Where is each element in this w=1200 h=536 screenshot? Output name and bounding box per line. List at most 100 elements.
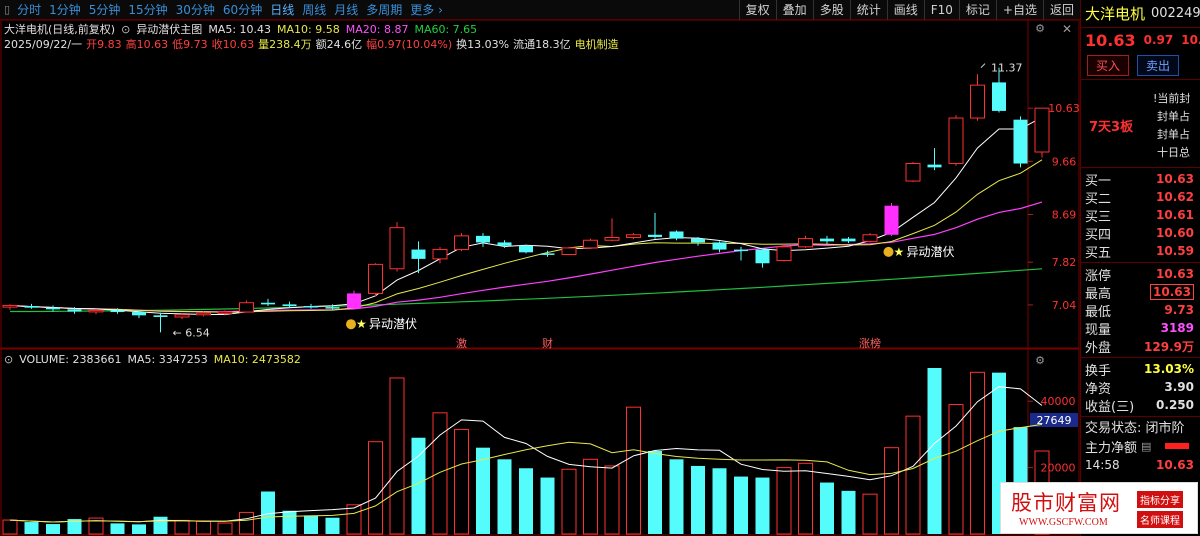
volume-bar <box>454 428 469 535</box>
trade-status: 交易状态: 闭市阶 <box>1081 416 1200 436</box>
volume-bar <box>346 504 362 535</box>
signal-1-star-icon: ★ <box>356 317 367 331</box>
candle-body <box>239 302 254 313</box>
candle-body <box>734 249 748 252</box>
candle-body <box>648 234 662 237</box>
volume-bar <box>411 437 426 534</box>
candle-body <box>132 312 146 316</box>
low-price-label: ← 6.54 <box>173 326 210 339</box>
volume-title-row: ⊙ VOLUME: 2383661 MA5: 3347253 MA10: 247… <box>4 352 301 366</box>
stat-row: 最高 10.63 <box>1081 283 1200 302</box>
chart-close-icon[interactable]: ✕ <box>1062 22 1072 36</box>
volume-settings-icon[interactable]: ⚙ <box>1035 354 1045 367</box>
info-change: 幅0.97(10.04%) <box>366 38 453 51</box>
stat-value: 3189 <box>1160 321 1194 335</box>
stat-value: 10.63 <box>1150 284 1194 300</box>
stat-label: 涨停 <box>1085 268 1112 284</box>
ma60-line <box>10 268 1043 313</box>
fin-row: 换手 13.03% <box>1081 360 1200 379</box>
info-volume: 量238.4万 <box>258 38 312 51</box>
volume-bar <box>905 415 921 535</box>
volume-bar <box>519 468 533 534</box>
info-date: 2025/09/22/一 <box>4 38 83 51</box>
kline-chart[interactable]: 10.63 9.66 8.69 7.82 7.04 40000 20000 27649 11.3… <box>0 0 1080 536</box>
info-close: 收10.63 <box>211 38 255 51</box>
indicator-chevron-icon[interactable]: ⊙ <box>121 23 130 36</box>
volume-bar <box>217 522 233 535</box>
bid-row: 买二 10.62 <box>1081 188 1200 207</box>
candle-body <box>46 307 60 310</box>
panel-header: 大洋电机 002249 <box>1081 0 1200 28</box>
candle-body <box>1013 119 1028 164</box>
candle-body <box>196 312 211 316</box>
candle-body <box>347 293 361 309</box>
stats-list-2: 换手 13.03% 净资 3.90 收益(三) 0.250 <box>1081 358 1200 416</box>
volume-bar <box>368 441 383 535</box>
info-turnover: 换13.03% <box>456 38 510 51</box>
candle-body <box>561 247 577 256</box>
volume-bar <box>970 371 985 535</box>
bid-label: 买四 <box>1085 227 1112 243</box>
stats-list-1: 涨停 10.63 最高 10.63 最低 9.73 现量 3189 外盘 129.9万 <box>1081 263 1200 358</box>
volume-bar <box>691 465 705 534</box>
stat-value: 9.73 <box>1164 303 1194 317</box>
volume-bar <box>497 459 512 534</box>
buy-button[interactable]: 买入 <box>1087 55 1130 76</box>
volume-bar <box>927 368 942 534</box>
candle-body <box>261 302 275 305</box>
volume-bar <box>948 404 964 535</box>
info-high: 高10.63 <box>125 38 169 51</box>
volume-bar <box>820 482 834 534</box>
candle-body <box>992 82 1006 111</box>
ma5-label: MA5: 10.43 <box>208 22 272 36</box>
candle-body <box>174 314 190 318</box>
volume-bar <box>561 468 577 535</box>
candle-body <box>604 237 620 241</box>
volume-bar <box>24 522 39 534</box>
stat-label: 现量 <box>1085 322 1112 338</box>
stat-row: 外盘 129.9万 <box>1081 337 1200 356</box>
volume-bar <box>282 510 297 534</box>
high-price-label: 11.37 <box>991 62 1023 75</box>
info-float: 流通18.3亿 <box>513 38 571 51</box>
candle-body <box>282 304 297 307</box>
price-axis-label: 7.04 <box>1052 299 1077 312</box>
candle-body <box>519 245 533 253</box>
signal-1-label: 异动潜伏 <box>369 317 417 331</box>
fin-value: 3.90 <box>1164 380 1194 394</box>
candle-body <box>776 246 792 262</box>
price-axis-label: 7.82 <box>1052 256 1077 269</box>
candle-body <box>669 231 684 239</box>
candle-body <box>540 253 555 255</box>
stat-row: 最低 9.73 <box>1081 301 1200 320</box>
signal-2-coin-icon <box>883 246 894 257</box>
limit-up-box: 7天3板 !当前封 封单占 封单占 十日总 <box>1081 80 1200 168</box>
candle-body <box>411 249 426 259</box>
watermark-tag-1: 指标分享 <box>1137 491 1183 508</box>
volume-bar <box>389 377 405 535</box>
info-sector[interactable]: 电机制造 <box>575 36 619 52</box>
indicator-name[interactable]: 异动潜伏主图 <box>136 21 202 37</box>
fin-row: 收益(三) 0.250 <box>1081 396 1200 415</box>
volume-chevron-icon[interactable]: ⊙ <box>4 353 13 366</box>
candle-body <box>798 238 813 248</box>
watermark-title: 股市财富网 <box>1011 491 1121 515</box>
quote-panel: 大洋电机 002249 10.63 0.97 10.04% 买入 卖出 7天3板… <box>1080 0 1200 536</box>
bid-label: 买三 <box>1085 209 1112 225</box>
stat-label: 最低 <box>1085 304 1112 320</box>
bid-row: 买五 10.59 <box>1081 242 1200 261</box>
chart-title-row: 大洋电机(日线,前复权) ⊙ 异动潜伏主图 MA5: 10.43 MA10: 9… <box>4 21 477 37</box>
candle-body <box>626 234 641 239</box>
volume-bar <box>261 491 275 534</box>
tick-price: 10.63 <box>1156 458 1194 472</box>
volume-marker-label: 27649 <box>1037 414 1072 427</box>
sell-button[interactable]: 卖出 <box>1137 55 1180 76</box>
candle-body <box>67 309 82 312</box>
candle-body <box>2 304 18 308</box>
volume-bar <box>46 524 60 534</box>
chart-settings-icon[interactable]: ⚙ <box>1035 22 1045 35</box>
volume-bar <box>712 468 727 534</box>
main-fund-menu-icon[interactable]: ▤ <box>1141 440 1151 453</box>
limit-streak: 7天3板 <box>1089 120 1134 135</box>
candle-body <box>820 238 834 242</box>
